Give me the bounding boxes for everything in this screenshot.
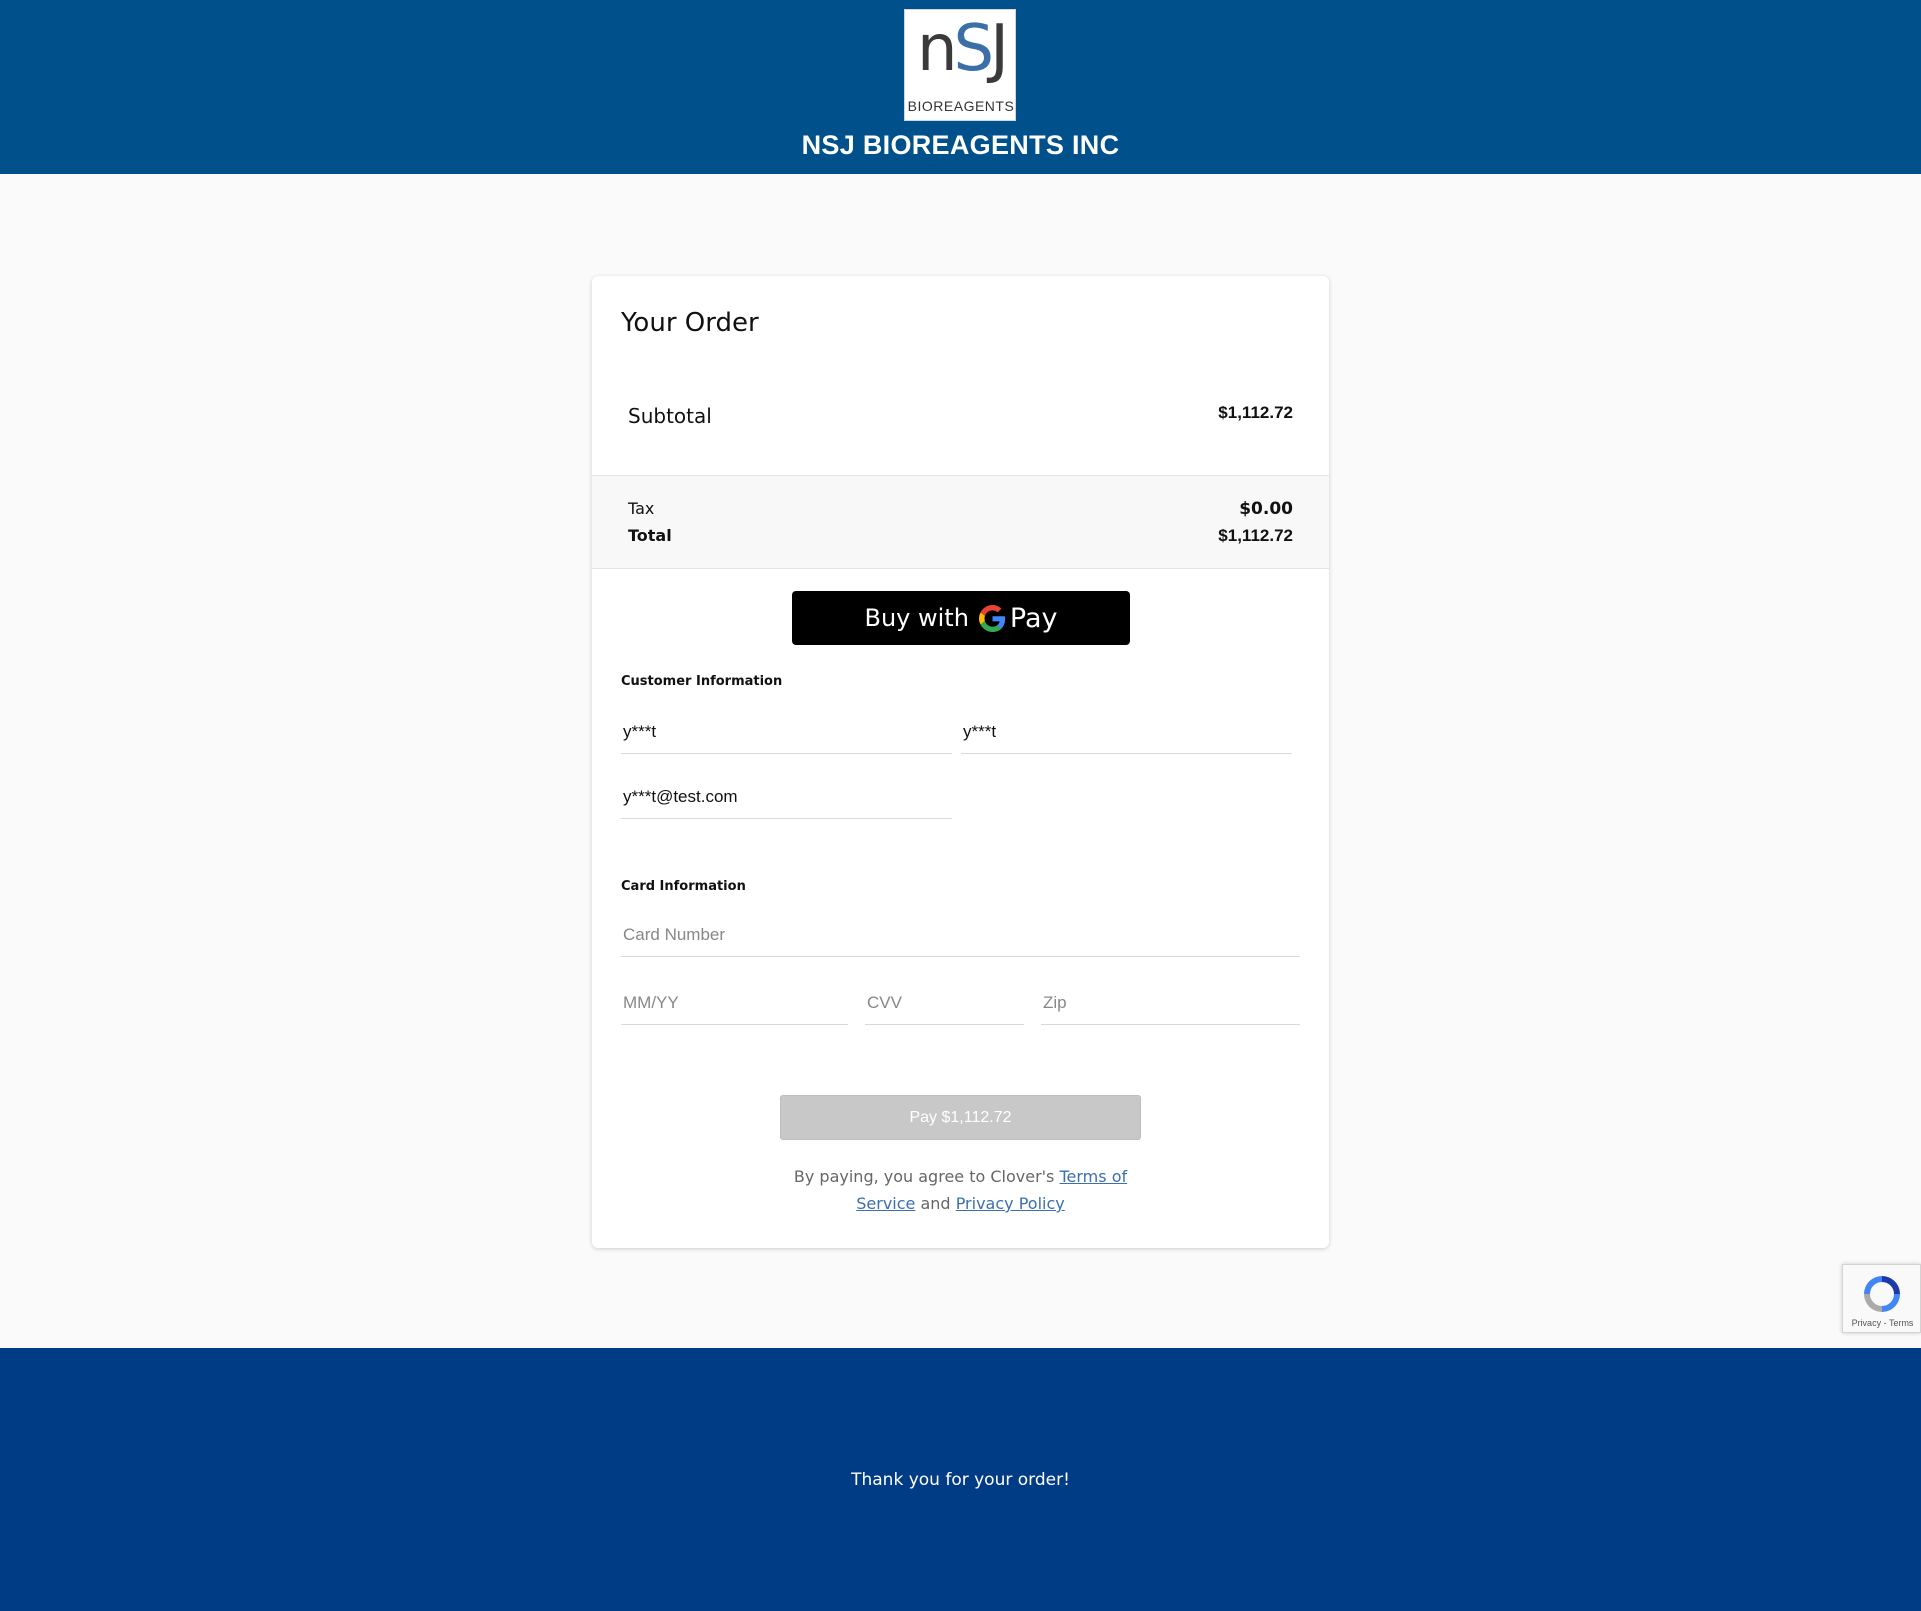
recaptcha-icon bbox=[1864, 1276, 1900, 1312]
total-label: Total bbox=[628, 526, 672, 545]
page-header: nSJ BIOREAGENTS NSJ BIOREAGENTS INC bbox=[0, 0, 1921, 174]
google-pay-button[interactable]: Buy with Pay bbox=[792, 591, 1130, 645]
legal-notice: By paying, you agree to Clover's Terms o… bbox=[772, 1163, 1149, 1217]
customer-info-label: Customer Information bbox=[621, 674, 783, 689]
google-g-icon bbox=[978, 604, 1006, 632]
subtotal-label: Subtotal bbox=[628, 404, 712, 428]
page-footer: Thank you for your order! bbox=[0, 1348, 1921, 1611]
total-value: $1,112.72 bbox=[1218, 526, 1293, 545]
thank-you-message: Thank you for your order! bbox=[851, 1470, 1070, 1490]
recaptcha-terms-link[interactable]: Terms bbox=[1889, 1318, 1914, 1328]
company-name: NSJ BIOREAGENTS INC bbox=[801, 130, 1120, 160]
gpay-pay-word: Pay bbox=[1009, 602, 1058, 634]
card-number-input[interactable] bbox=[621, 913, 1300, 957]
legal-conjunction: and bbox=[920, 1194, 951, 1213]
totals-section: Tax $0.00 Total $1,112.72 bbox=[592, 475, 1329, 569]
card-info-label: Card Information bbox=[621, 879, 746, 894]
pay-button[interactable]: Pay $1,112.72 bbox=[780, 1095, 1141, 1140]
logo-subtext: BIOREAGENTS bbox=[907, 98, 1015, 114]
company-logo: nSJ BIOREAGENTS bbox=[904, 9, 1016, 121]
subtotal-value: $1,112.72 bbox=[1218, 403, 1293, 422]
email-input[interactable] bbox=[621, 775, 952, 819]
recaptcha-links: Privacy - Terms bbox=[1843, 1318, 1921, 1328]
tax-value: $0.00 bbox=[1239, 499, 1293, 519]
privacy-policy-link[interactable]: Privacy Policy bbox=[956, 1194, 1065, 1213]
recaptcha-privacy-link[interactable]: Privacy bbox=[1852, 1318, 1882, 1328]
zip-input[interactable] bbox=[1041, 981, 1300, 1025]
recaptcha-separator: - bbox=[1883, 1318, 1887, 1328]
order-title: Your Order bbox=[621, 308, 759, 338]
order-card: Your Order Subtotal $1,112.72 Tax $0.00 … bbox=[592, 276, 1329, 1248]
legal-prefix: By paying, you agree to Clover's bbox=[793, 1167, 1055, 1186]
recaptcha-badge[interactable]: Privacy - Terms bbox=[1842, 1264, 1921, 1333]
gpay-label: Buy with bbox=[864, 604, 969, 632]
expiry-input[interactable] bbox=[621, 981, 848, 1025]
tax-label: Tax bbox=[628, 499, 655, 518]
logo-mark: nSJ bbox=[916, 12, 1009, 86]
cvv-input[interactable] bbox=[865, 981, 1024, 1025]
first-name-input[interactable] bbox=[621, 710, 952, 754]
last-name-input[interactable] bbox=[961, 710, 1292, 754]
